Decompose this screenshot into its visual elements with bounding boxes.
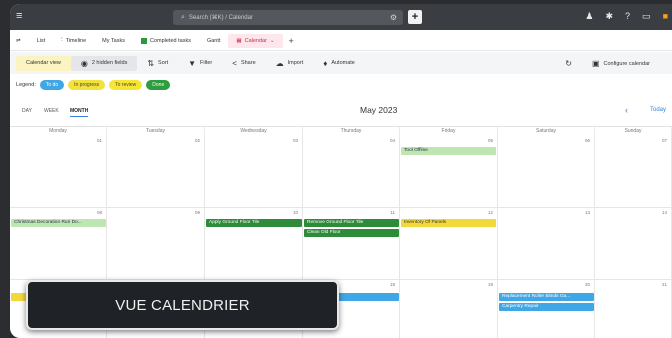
notification-icon[interactable]: ■ [663,11,668,22]
event-clean-old-floor[interactable]: Clean Old Floor [304,229,399,237]
top-icons: ♟ ✱ ? ▭ ■ [585,11,668,22]
day-view-button[interactable]: DAY [22,108,32,114]
sort-icon: ⇅ [147,58,155,68]
inbox-icon[interactable]: ▭ [642,11,651,22]
eye-icon: ◉ [80,58,88,68]
calendar-icon: ▦ [236,37,242,44]
toolbar: Calendar view ◉ 2 hidden fields ⇅ Sort ▼ Fi… [10,52,672,74]
day-cell[interactable]: 07 [595,136,672,208]
toolbar-right: ↻ ▣ Configure calendar [565,56,660,71]
event-remove-ground-floor[interactable]: Remove Ground Floor Tile [304,219,399,227]
users-icon[interactable]: ♟ [585,11,593,22]
legend-label: Legend: [16,82,36,88]
day-cell[interactable]: 19 [400,280,498,338]
day-cell[interactable]: 06 [498,136,595,208]
automate-button[interactable]: ♦ Automate [313,56,365,71]
gear-icon[interactable]: ⚙ [390,13,397,22]
legend: Legend: To do In progress To review Done [10,76,672,94]
tab-my-tasks[interactable]: My Tasks [94,34,133,48]
tab-list[interactable]: List [29,34,54,48]
event-christmas-decoration[interactable]: Christmas Decoration Run Do... [11,219,106,227]
timeline-icon: ⫶ [61,37,63,43]
week-view-button[interactable]: WEEK [44,108,59,114]
caption-overlay: VUE CALENDRIER [26,280,339,330]
day-header-tuesday: Tuesday [107,127,205,136]
configure-calendar-button[interactable]: ▣ Configure calendar [582,56,660,71]
status-icon [140,37,147,44]
search-placeholder: Search (⌘K) / Calendar [188,15,253,21]
event-inventory-of-panels[interactable]: Inventory Of Panels [401,219,496,227]
day-cell[interactable]: 04 [303,136,400,208]
chevron-left-icon[interactable]: ‹ [625,105,628,115]
day-cell[interactable]: 03 [205,136,303,208]
view-row: DAY WEEK MONTH May 2023 ‹ Today [10,104,672,122]
legend-to-review: To review [109,80,143,90]
settings-icon[interactable]: ✱ [605,11,613,22]
filter-button[interactable]: ▼ Filter [178,56,222,71]
event-tool-offline[interactable]: Tool Offline [401,147,496,155]
tab-gantt[interactable]: Gantt [199,34,228,48]
day-header-friday: Friday [400,127,498,136]
plus-icon[interactable]: + [408,10,422,24]
day-cell[interactable]: 21 [595,280,672,338]
event-carpentry-repair[interactable]: Carpentry Repair [499,303,594,311]
help-icon[interactable]: ? [625,11,630,22]
add-tab-button[interactable]: + [283,36,300,46]
day-cell[interactable]: 02 [107,136,205,208]
tab-completed-tasks[interactable]: Completed tasks [133,34,199,48]
day-cell[interactable]: 13 [498,208,595,280]
import-button[interactable]: ☁ Import [266,56,314,71]
tab-calendar[interactable]: ▦ Calendar ⌄ [228,33,283,48]
top-bar: ≡ ⌕ Search (⌘K) / Calendar ⚙ + ♟ ✱ ? ▭ ■ [10,4,672,30]
day-cell[interactable]: 14 [595,208,672,280]
legend-todo: To do [39,80,65,90]
day-header-wednesday: Wednesday [205,127,303,136]
import-icon: ☁ [275,58,284,68]
automate-icon: ♦ [323,58,328,68]
month-view-button[interactable]: MONTH [70,108,89,117]
funnel-icon: ▼ [188,58,197,68]
day-header-thursday: Thursday [303,127,400,136]
search-input[interactable]: ⌕ Search (⌘K) / Calendar ⚙ [173,10,403,25]
calendar-view-button[interactable]: Calendar view [16,55,71,71]
tabs-bar: ⇌ List ⫶ Timeline My Tasks Completed task… [10,31,672,51]
tab-timeline[interactable]: ⫶ Timeline [53,34,94,48]
legend-in-progress: In progress [68,80,106,90]
month-title: May 2023 [360,105,398,115]
hidden-fields-button[interactable]: ◉ 2 hidden fields [70,55,138,71]
legend-done: Done [146,80,171,90]
sort-button[interactable]: ⇅ Sort [137,56,178,71]
day-header-sunday: Sunday [595,127,672,136]
day-cell[interactable]: 09 [107,208,205,280]
day-header-saturday: Saturday [498,127,595,136]
share-icon: < [232,58,237,68]
share-button[interactable]: < Share [222,56,265,71]
filter-icon[interactable]: ⇌ [10,34,29,48]
today-button[interactable]: Today [650,107,666,113]
menu-icon[interactable]: ≡ [16,11,26,22]
calendar-icon: ▣ [591,59,600,68]
event-replacement-roller-blinds[interactable]: Replacement Roller Blinds Ga... [499,293,594,301]
chevron-down-icon: ⌄ [269,37,275,44]
day-header-monday: Monday [10,127,107,136]
day-cell[interactable]: 01 [10,136,107,208]
search-icon: ⌕ [181,13,185,21]
refresh-icon[interactable]: ↻ [565,59,572,68]
event-apply-ground-floor[interactable]: Apply Ground Floor Tile [206,219,302,227]
